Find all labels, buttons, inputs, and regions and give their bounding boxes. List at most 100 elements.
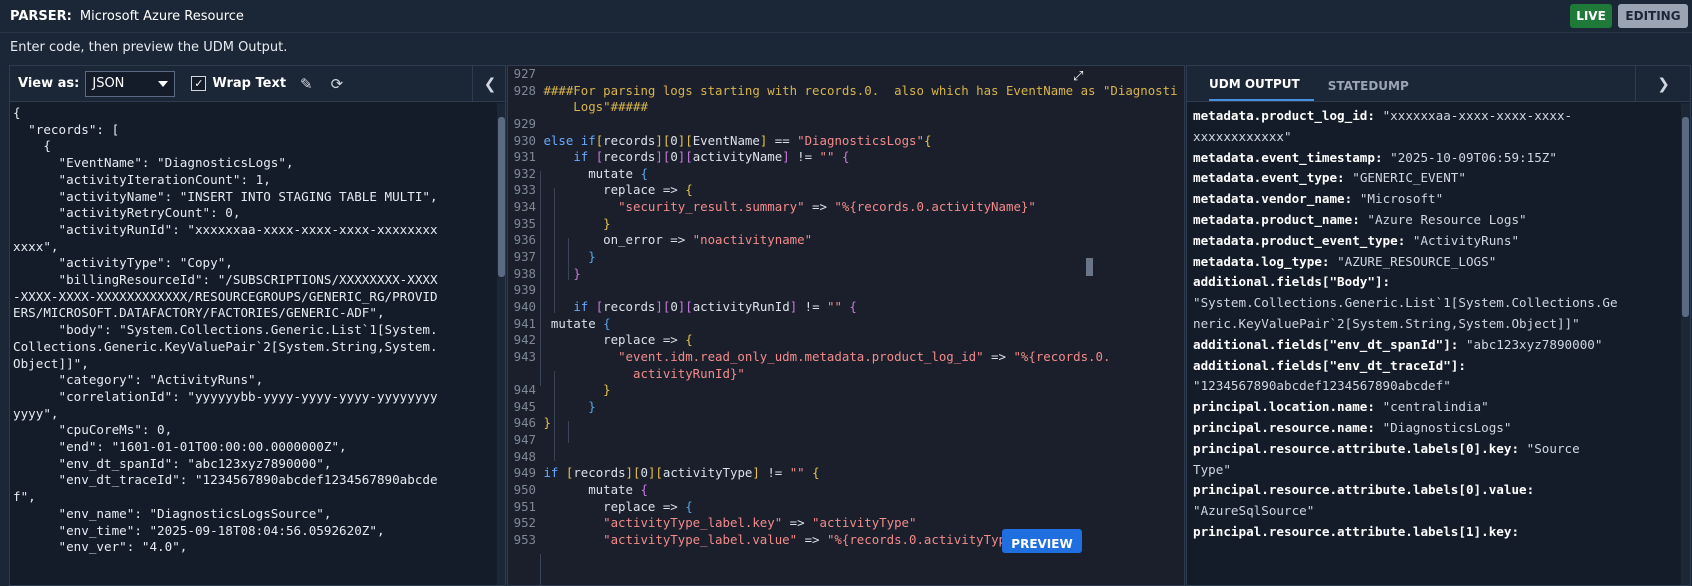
udm-field: metadata.event_timestamp: "2025-10-09T06…	[1193, 148, 1673, 169]
code-line: 935 }	[508, 216, 1178, 233]
parser-name: Microsoft Azure Resource	[79, 8, 244, 24]
udm-field: principal.resource.attribute.labels[1].k…	[1193, 522, 1673, 543]
wrap-text-label: Wrap Text	[212, 76, 287, 91]
pencil-icon[interactable]: ✎	[300, 75, 313, 93]
code-text: activityRunId}"	[632, 365, 745, 381]
line-number: 941	[513, 315, 536, 331]
udm-field: additional.fields["env_dt_spanId"]: "abc…	[1193, 335, 1673, 356]
json-line: "env_dt_traceId": "1234567890abcdef12345…	[13, 472, 438, 488]
view-as-select[interactable]: JSON	[85, 70, 176, 97]
expand-icon[interactable]: ⤢	[1073, 69, 1083, 84]
udm-field-value: "GENERIC_EVENT"	[1344, 170, 1466, 186]
udm-field-value: "System.Collections.Generic.List`1[Syste…	[1193, 295, 1618, 311]
udm-field: metadata.log_type: "AZURE_RESOURCE_LOGS"	[1193, 252, 1673, 273]
code-line: 945 }	[508, 399, 1178, 416]
wrap-text-checkbox[interactable]: ✓	[191, 76, 207, 91]
json-line: "category": "ActivityRuns",	[13, 372, 264, 388]
line-number: 929	[513, 115, 536, 131]
udm-output: metadata.product_log_id: "xxxxxxaa-xxxx-…	[1193, 106, 1673, 543]
json-line: "activityRunId": "xxxxxxaa-xxxx-xxxx-xxx…	[13, 221, 438, 237]
code-line: 931 if [records][0][activityName] != "" …	[508, 149, 1178, 166]
parser-label: PARSER:	[10, 8, 72, 24]
udm-field: metadata.event_type: "GENERIC_EVENT"	[1193, 168, 1673, 189]
code-line: 948	[508, 449, 1178, 466]
code-line: 930 else if[records][0][EventName] == "D…	[508, 133, 1178, 150]
udm-field: additional.fields["env_dt_traceId"]:	[1193, 356, 1673, 377]
udm-field: metadata.product_log_id: "xxxxxxaa-xxxx-…	[1193, 106, 1673, 127]
udm-field-key: additional.fields["env_dt_traceId"]:	[1193, 357, 1466, 373]
raw-log-scrollbar[interactable]	[497, 103, 505, 585]
code-scroll-thumb[interactable]	[1086, 258, 1093, 276]
preview-button[interactable]: PREVIEW	[1002, 529, 1082, 553]
code-editor-panel[interactable]: 927 928 ####For parsing logs starting wi…	[507, 65, 1185, 586]
udm-field-value: "centralindia"	[1374, 399, 1489, 415]
udm-field: principal.location.name: "centralindia"	[1193, 397, 1673, 418]
view-as-label: View as:	[18, 76, 80, 91]
udm-field-value: "Azure Resource Logs"	[1359, 211, 1527, 227]
udm-scroll-thumb[interactable]	[1682, 117, 1689, 317]
code-text: replace => {	[603, 182, 693, 198]
tab-statedump[interactable]: STATEDUMP	[1328, 79, 1423, 101]
json-line: "env_dt_spanId": "abc123xyz7890000",	[13, 455, 332, 471]
tab-udm-output[interactable]: UDM OUTPUT	[1209, 77, 1314, 101]
collapse-left-button[interactable]: ❮	[472, 66, 505, 102]
raw-log-json[interactable]: { "records": [ { "EventName": "Diagnosti…	[10, 103, 496, 585]
line-number: 949	[513, 465, 536, 481]
code-editor[interactable]: 927 928 ####For parsing logs starting wi…	[508, 66, 1178, 585]
code-text: }	[588, 249, 596, 265]
udm-field: "AzureSqlSource"	[1193, 501, 1673, 522]
line-number: 952	[513, 515, 536, 531]
udm-field-value: "DiagnosticsLogs"	[1374, 419, 1512, 435]
refresh-icon[interactable]: ⟳	[331, 75, 344, 93]
code-line: 936 on_error => "noactivityname"	[508, 232, 1178, 249]
json-line: "env_ver": "4.0",	[13, 539, 188, 555]
json-line: "env_time": "2025-09-18T08:04:56.0592620…	[13, 522, 385, 538]
json-line: "activityIterationCount": 1,	[13, 171, 271, 187]
line-number: 927	[513, 66, 536, 81]
json-line: "activityRetryCount": 0,	[13, 205, 241, 221]
udm-field-key: principal.resource.attribute.labels[0].v…	[1193, 482, 1535, 498]
udm-scrollbar[interactable]	[1681, 103, 1690, 585]
udm-field-value: xxxxxxxxxxxx"	[1193, 128, 1292, 144]
line-number: 948	[513, 448, 536, 464]
code-text: on_error => "noactivityname"	[603, 232, 813, 248]
udm-field-value: Type"	[1193, 461, 1231, 477]
udm-field-key: metadata.event_type:	[1193, 170, 1345, 186]
editing-badge[interactable]: EDITING	[1618, 4, 1688, 28]
code-text: mutate {	[588, 165, 648, 181]
code-text: }	[573, 265, 581, 281]
live-badge[interactable]: LIVE	[1570, 4, 1612, 28]
udm-field-key: additional.fields["env_dt_spanId"]:	[1193, 336, 1459, 352]
code-line: 951 replace => {	[508, 499, 1178, 516]
udm-field-key: metadata.vendor_name:	[1193, 191, 1353, 207]
line-number: 950	[513, 482, 536, 498]
udm-field-value: neric.KeyValuePair`2[System.String,Syste…	[1193, 315, 1580, 331]
top-bar: PARSER: Microsoft Azure Resource	[0, 0, 1692, 33]
json-line: "EventName": "DiagnosticsLogs",	[13, 155, 294, 171]
udm-field-key: metadata.product_log_id:	[1193, 108, 1375, 123]
line-number: 939	[513, 282, 536, 298]
udm-field-value: "abc123xyz7890000"	[1458, 336, 1603, 352]
code-line: 939	[508, 282, 1178, 299]
udm-field-key: principal.resource.attribute.labels[1].k…	[1193, 523, 1520, 539]
udm-field: Type"	[1193, 460, 1673, 481]
json-line: "body": "System.Collections.Generic.List…	[13, 322, 438, 338]
code-text: "security_result.summary" => "%{records.…	[618, 199, 1036, 215]
collapse-right-button[interactable]: ❯	[1635, 66, 1690, 102]
code-line: 943 "event.idm.read_only_udm.metadata.pr…	[508, 349, 1178, 366]
udm-field-key: metadata.product_event_type:	[1193, 232, 1406, 248]
udm-field-value: "ActivityRuns"	[1405, 232, 1520, 248]
line-number: 940	[513, 298, 536, 314]
code-line: activityRunId}"	[508, 366, 1178, 383]
output-panel: UDM OUTPUT STATEDUMP ❯ metadata.product_…	[1186, 65, 1691, 586]
raw-log-scroll-thumb[interactable]	[498, 117, 505, 277]
code-line: 940 if [records][0][activityRunId] != ""…	[508, 299, 1178, 316]
udm-field-value: "xxxxxxaa-xxxx-xxxx-xxxx-	[1374, 108, 1573, 123]
code-line: 938 }	[508, 266, 1178, 283]
code-text: }	[603, 215, 611, 231]
udm-field-key: metadata.product_name:	[1193, 211, 1360, 227]
